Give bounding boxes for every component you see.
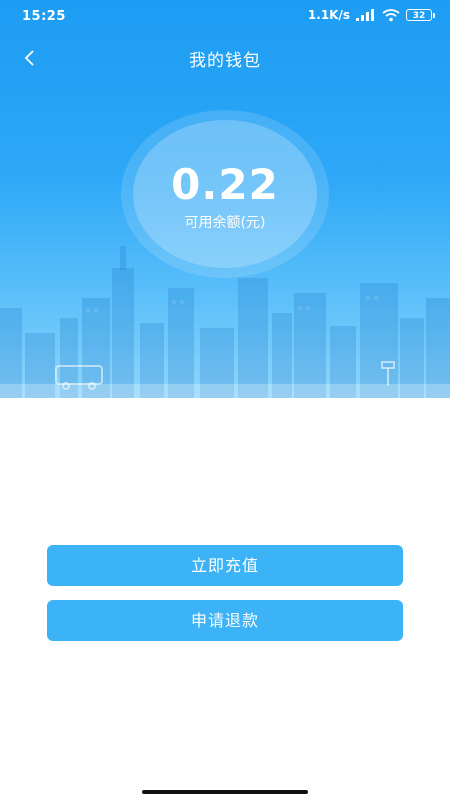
status-bar: 15:25 1.1K/s 32 bbox=[0, 0, 450, 32]
battery-icon: 32 bbox=[406, 9, 435, 21]
nav-bar: 我的钱包 bbox=[0, 38, 450, 78]
signal-icon bbox=[356, 9, 374, 21]
page-title: 我的钱包 bbox=[189, 51, 261, 71]
refund-button[interactable]: 申请退款 bbox=[47, 600, 403, 641]
wallet-header-banner: 15:25 1.1K/s 32 我的钱包 0.22 可用余额(元) bbox=[0, 0, 450, 398]
wallet-screen: 15:25 1.1K/s 32 我的钱包 0.22 可用余额(元) 立即充值 申… bbox=[0, 0, 450, 800]
recharge-button[interactable]: 立即充值 bbox=[47, 545, 403, 586]
balance-amount: 0.22 bbox=[171, 160, 279, 209]
balance-label: 可用余额(元) bbox=[184, 215, 266, 231]
battery-level: 32 bbox=[412, 11, 426, 21]
wifi-icon bbox=[382, 8, 400, 21]
network-speed: 1.1K/s bbox=[307, 8, 350, 22]
status-indicators: 1.1K/s 32 bbox=[307, 8, 435, 22]
home-indicator bbox=[142, 790, 308, 794]
status-time: 15:25 bbox=[22, 9, 66, 24]
